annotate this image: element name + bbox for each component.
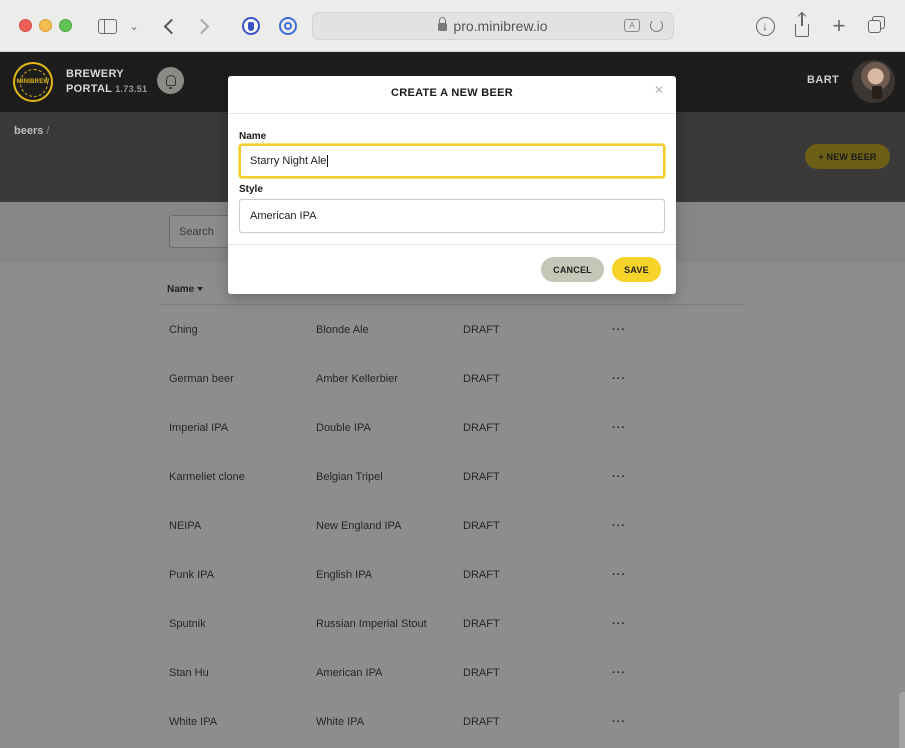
- breadcrumb-beers[interactable]: beers: [14, 125, 43, 137]
- modal-divider: [228, 244, 676, 245]
- create-beer-modal: CREATE A NEW BEER ✕ Name Starry Night Al…: [228, 76, 676, 294]
- table-row[interactable]: NEIPA New England IPA DRAFT ···: [160, 520, 744, 569]
- beer-style-cell: White IPA: [316, 716, 365, 728]
- new-beer-button[interactable]: + NEW BEER: [805, 144, 890, 169]
- more-actions-icon[interactable]: ···: [612, 716, 626, 728]
- style-input[interactable]: American IPA: [239, 199, 665, 233]
- cancel-button[interactable]: CANCEL: [541, 257, 604, 282]
- status-cell: DRAFT: [463, 569, 500, 581]
- share-icon[interactable]: [792, 12, 812, 38]
- status-cell: DRAFT: [463, 667, 500, 679]
- portal-title: BREWERY PORTAL 1.73.51: [66, 68, 148, 95]
- breadcrumb: beers /: [14, 125, 50, 137]
- sort-caret-icon: [197, 287, 204, 291]
- beer-name-cell: Sputnik: [169, 618, 206, 630]
- beer-name-cell: Punk IPA: [169, 569, 215, 581]
- zoom-window-button[interactable]: [59, 19, 72, 32]
- reload-icon[interactable]: [650, 19, 663, 32]
- browser-toolbar: ⌄ pro.minibrew.io A ↓ +: [0, 0, 905, 52]
- back-arrow-icon[interactable]: [158, 14, 180, 38]
- minibrew-logo[interactable]: MINIBREW: [13, 62, 53, 102]
- table-row[interactable]: Karmeliet clone Belgian Tripel DRAFT ···: [160, 471, 744, 520]
- table-row[interactable]: German beer Amber Kellerbier DRAFT ···: [160, 373, 744, 422]
- more-actions-icon[interactable]: ···: [612, 373, 626, 385]
- sidebar-toggle-icon[interactable]: [96, 14, 118, 38]
- text-cursor: [327, 155, 329, 167]
- beer-style-cell: Double IPA: [316, 422, 371, 434]
- beer-name-cell: White IPA: [169, 716, 218, 728]
- more-actions-icon[interactable]: ···: [612, 422, 626, 434]
- notifications-button[interactable]: [157, 67, 184, 94]
- more-actions-icon[interactable]: ···: [612, 324, 626, 336]
- more-actions-icon[interactable]: ···: [612, 667, 626, 679]
- address-bar[interactable]: pro.minibrew.io A: [312, 12, 674, 40]
- beer-style-cell: English IPA: [316, 569, 373, 581]
- beer-style-cell: Russian Imperial Stout: [316, 618, 427, 630]
- bell-icon: [165, 75, 176, 89]
- modal-title: CREATE A NEW BEER: [390, 87, 514, 99]
- more-actions-icon[interactable]: ···: [612, 520, 626, 532]
- table-row[interactable]: White IPA White IPA DRAFT ···: [160, 716, 744, 748]
- beer-style-cell: American IPA: [316, 667, 383, 679]
- hand-extension-icon[interactable]: [241, 14, 261, 38]
- table-divider: [160, 304, 744, 305]
- more-actions-icon[interactable]: ···: [612, 618, 626, 630]
- modal-divider: [228, 113, 676, 114]
- beer-name-cell: Ching: [169, 324, 198, 336]
- status-cell: DRAFT: [463, 373, 500, 385]
- translate-icon[interactable]: A: [624, 19, 640, 32]
- table-row[interactable]: Imperial IPA Double IPA DRAFT ···: [160, 422, 744, 471]
- avatar[interactable]: [852, 60, 895, 103]
- beer-style-cell: Amber Kellerbier: [316, 373, 398, 385]
- scroll-handle[interactable]: [899, 692, 905, 748]
- status-cell: DRAFT: [463, 520, 500, 532]
- style-label: Style: [239, 184, 263, 195]
- user-name[interactable]: BART: [807, 74, 839, 86]
- name-label: Name: [239, 131, 267, 142]
- table-row[interactable]: Ching Blonde Ale DRAFT ···: [160, 324, 744, 373]
- status-cell: DRAFT: [463, 422, 500, 434]
- beer-style-cell: New England IPA: [316, 520, 402, 532]
- beer-name-cell: Imperial IPA: [169, 422, 229, 434]
- minimize-window-button[interactable]: [39, 19, 52, 32]
- status-cell: DRAFT: [463, 716, 500, 728]
- status-cell: DRAFT: [463, 618, 500, 630]
- status-cell: DRAFT: [463, 471, 500, 483]
- forward-arrow-icon[interactable]: [193, 14, 215, 38]
- beer-name-cell: German beer: [169, 373, 234, 385]
- tab-overview-icon[interactable]: [867, 14, 887, 38]
- url-text: pro.minibrew.io: [453, 18, 548, 34]
- name-input[interactable]: Starry Night Ale: [239, 144, 665, 178]
- beer-style-cell: Blonde Ale: [316, 324, 369, 336]
- beer-name-cell: Karmeliet clone: [169, 471, 245, 483]
- portal-version: 1.73.51: [115, 84, 148, 94]
- more-actions-icon[interactable]: ···: [612, 569, 626, 581]
- more-actions-icon[interactable]: ···: [612, 471, 626, 483]
- new-tab-icon[interactable]: +: [830, 13, 848, 38]
- close-icon[interactable]: ✕: [654, 84, 664, 96]
- password-extension-icon[interactable]: [278, 14, 298, 38]
- table-row[interactable]: Sputnik Russian Imperial Stout DRAFT ···: [160, 618, 744, 667]
- status-cell: DRAFT: [463, 324, 500, 336]
- table-row[interactable]: Punk IPA English IPA DRAFT ···: [160, 569, 744, 618]
- chevron-down-icon[interactable]: ⌄: [126, 14, 142, 38]
- column-header-name[interactable]: Name: [167, 284, 204, 295]
- save-button[interactable]: SAVE: [612, 257, 661, 282]
- beer-name-cell: NEIPA: [169, 520, 202, 532]
- table-row[interactable]: Stan Hu American IPA DRAFT ···: [160, 667, 744, 716]
- beer-name-cell: Stan Hu: [169, 667, 209, 679]
- beer-style-cell: Belgian Tripel: [316, 471, 383, 483]
- download-icon[interactable]: ↓: [754, 14, 776, 38]
- close-window-button[interactable]: [19, 19, 32, 32]
- lock-icon: [438, 16, 448, 33]
